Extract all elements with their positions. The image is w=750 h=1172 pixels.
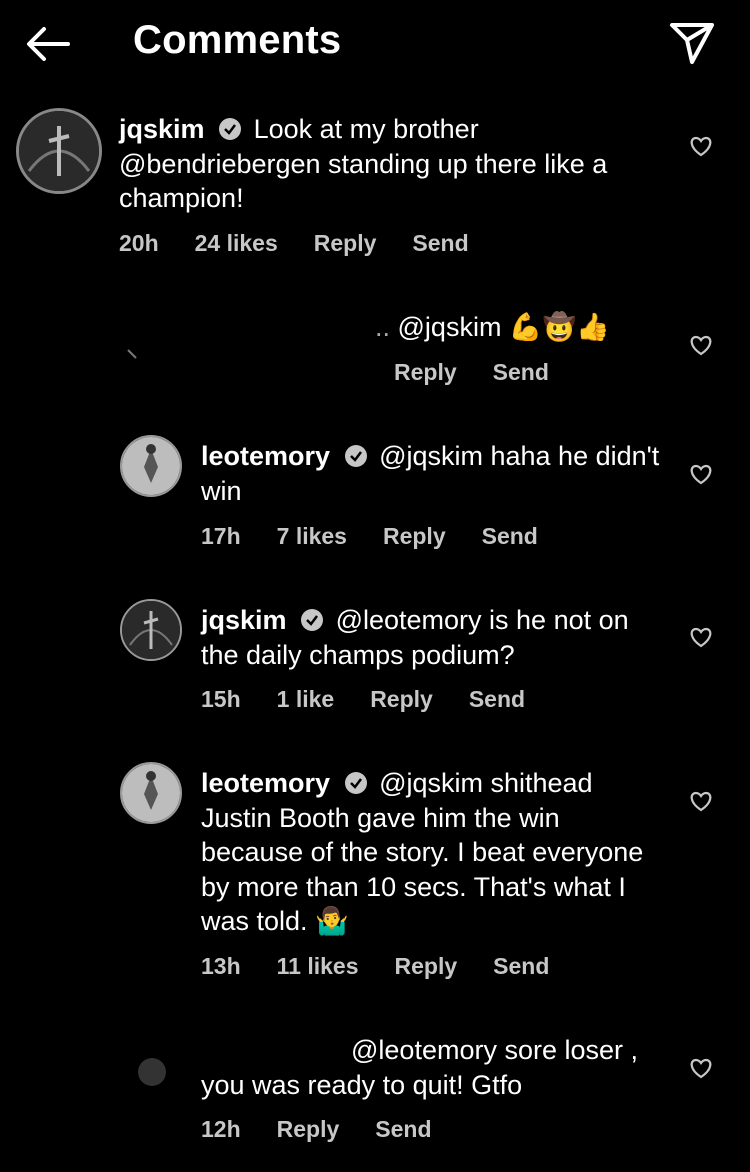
comment-text: leotemory @jqskim haha he didn't win [201,439,661,508]
verified-badge-icon [344,772,367,794]
comment-meta: 15h 1 like Reply Send [201,686,561,713]
comment-text: .. @jqskim 💪🤠👍 [375,312,610,342]
avatar[interactable] [120,599,182,661]
comment-likes[interactable]: 1 like [277,686,335,712]
avatar[interactable] [120,762,182,824]
reply-button[interactable]: Reply [314,230,377,256]
comment-time: 13h [201,953,241,979]
comment-time: 12h [201,1116,241,1142]
comment-likes[interactable]: 11 likes [277,953,359,979]
comment-meta: 17h 7 likes Reply Send [201,523,574,550]
heart-icon[interactable] [688,625,714,649]
comment-text: leotemory @jqskim shithead Justin Booth … [201,766,651,939]
avatar[interactable] [120,310,182,372]
comment-text: jqskim Look at my brother @bendriebergen… [119,112,669,216]
comment-time: 17h [201,523,241,549]
verified-badge-icon [219,118,242,140]
reply-button[interactable]: Reply [383,523,446,549]
comment-text: @leotemory sore loser , you was ready to… [201,1033,671,1102]
comment-likes[interactable]: 7 likes [277,523,347,549]
comment-likes[interactable]: 24 likes [195,230,278,256]
reply-button[interactable]: Reply [277,1116,340,1142]
comment-body: @jqskim 💪🤠👍 [397,312,610,342]
comment-username[interactable]: jqskim [201,605,287,635]
paper-plane-icon[interactable] [668,20,716,66]
reply-button[interactable]: Reply [395,953,458,979]
reply-button[interactable]: Reply [370,686,433,712]
send-button[interactable]: Send [375,1116,431,1142]
heart-icon[interactable] [688,333,714,357]
comment-time: 20h [119,230,159,256]
reply-button[interactable]: Reply [394,359,457,385]
comment-meta: 12h Reply Send [201,1116,468,1143]
verified-badge-icon [344,445,367,467]
comment-meta: 20h 24 likes Reply Send [119,230,505,257]
comment-time: 15h [201,686,241,712]
avatar[interactable] [120,435,182,497]
header-bar: Comments [0,0,750,86]
arrow-left-icon[interactable] [24,24,72,64]
comment-meta: Reply Send [394,359,585,386]
send-button[interactable]: Send [493,359,549,385]
comment-text: jqskim @leotemory is he not on the daily… [201,603,671,672]
avatar[interactable] [16,108,102,194]
comment-username[interactable]: jqskim [119,114,205,144]
send-button[interactable]: Send [412,230,468,256]
send-button[interactable]: Send [469,686,525,712]
heart-icon[interactable] [688,789,714,813]
send-button[interactable]: Send [493,953,549,979]
comment-username[interactable]: leotemory [201,768,330,798]
heart-icon[interactable] [688,1056,714,1080]
comment-body: @leotemory sore loser , you was ready to… [201,1035,639,1100]
send-button[interactable]: Send [482,523,538,549]
comment-meta: 13h 11 likes Reply Send [201,953,585,980]
comment-username[interactable]: leotemory [201,441,330,471]
avatar[interactable] [124,1032,180,1088]
page-title: Comments [133,18,342,62]
heart-icon[interactable] [688,134,714,158]
verified-badge-icon [301,609,324,631]
heart-icon[interactable] [688,462,714,486]
